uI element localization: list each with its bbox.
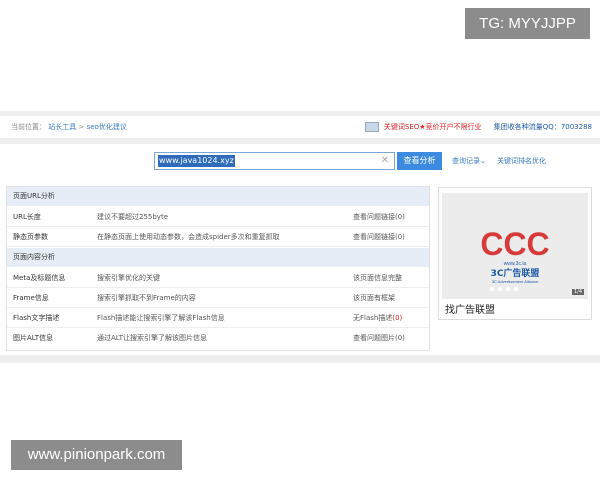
breadcrumb-seo-link[interactable]: seo优化建议 xyxy=(87,123,127,131)
row-result: 该页面信息完整 xyxy=(353,274,402,282)
table-row: URL长度 建议不要超过255byte 查看问题链接(0) xyxy=(7,207,429,227)
keyword-ranking-link[interactable]: 关键词排名优化 xyxy=(497,152,546,170)
promo-link[interactable]: 关键词SEO★竞价开户不限行业 xyxy=(384,123,482,131)
table-row: 图片ALT信息 通过ALT让搜索引擎了解该图片信息 查看问题图片(0) xyxy=(7,328,429,348)
row-advice: 搜索引擎优化的关键 xyxy=(97,274,160,282)
table-row: 静态页参数 在静态页面上使用动态参数，会造成spider多次和重复抓取 查看问题… xyxy=(7,227,429,247)
row-advice: 搜索引擎抓取不到Frame的内容 xyxy=(97,294,196,302)
breadcrumb-tools-link[interactable]: 站长工具 xyxy=(48,123,76,131)
breadcrumb: 当前位置： 站长工具 > seo优化建议 xyxy=(11,116,127,138)
watermark-top: TG: MYYJJPP xyxy=(465,8,590,39)
row-result-link[interactable]: 查看问题图片(0) xyxy=(353,328,405,348)
url-search-value: www.java1024.xyz xyxy=(158,155,235,167)
row-advice: 建议不要超过255byte xyxy=(97,213,168,221)
row-advice: Flash描述能让搜索引擎了解该Flash信息 xyxy=(97,314,225,322)
row-advice: 在静态页面上使用动态参数，会造成spider多次和重复抓取 xyxy=(97,233,280,241)
row-name: 图片ALT信息 xyxy=(13,334,54,342)
url-search-input[interactable]: www.java1024.xyz ✕ xyxy=(154,152,395,170)
ad-logo-mark: CCC xyxy=(480,226,549,262)
breadcrumb-separator: > xyxy=(78,123,85,131)
topbar-divider xyxy=(0,138,600,144)
analyze-button[interactable]: 查看分析 xyxy=(397,152,442,170)
watermark-bottom: www.pinionpark.com xyxy=(11,440,182,470)
analysis-table: 页面URL分析 URL长度 建议不要超过255byte 查看问题链接(0) 静态… xyxy=(6,186,430,351)
top-bar-right: 关键词SEO★竞价开户不限行业 集团收各种流量QQ：7003288 xyxy=(364,116,592,138)
ad-banner[interactable]: CCC www.3c.la 3C广告联盟 3C Advertisement Al… xyxy=(438,187,592,320)
row-result-link[interactable]: 查看问题链接(0) xyxy=(353,227,405,247)
row-advice: 通过ALT让搜索引擎了解该图片信息 xyxy=(97,334,208,342)
table-row: Flash文字描述 Flash描述能让搜索引擎了解该Flash信息 无Flash… xyxy=(7,308,429,328)
qq-contact-link[interactable]: 集团收各种流量QQ：7003288 xyxy=(494,123,592,131)
row-name: Flash文字描述 xyxy=(13,314,60,322)
ad-logo-url: www.3c.la xyxy=(504,261,527,267)
flash-result-count: (0) xyxy=(392,314,403,322)
promo-icon xyxy=(364,122,379,132)
section-header-url: 页面URL分析 xyxy=(7,187,429,206)
row-result: 该页面有框架 xyxy=(353,294,395,302)
row-result: 无Flash描述(0) xyxy=(353,308,402,328)
row-name: Frame信息 xyxy=(13,294,49,302)
ad-caption[interactable]: 找广告联盟 xyxy=(445,301,495,316)
row-name: URL长度 xyxy=(13,213,41,221)
clear-icon[interactable]: ✕ xyxy=(381,155,389,167)
table-row: Frame信息 搜索引擎抓取不到Frame的内容 该页面有框架 xyxy=(7,288,429,308)
section-header-content: 页面内容分析 xyxy=(7,248,429,267)
ad-image[interactable]: CCC www.3c.la 3C广告联盟 3C Advertisement Al… xyxy=(442,193,588,299)
carousel-pager: 1/4 xyxy=(571,289,584,295)
row-result-link[interactable]: 查看问题链接(0) xyxy=(353,207,405,227)
table-row: Meta及标题信息 搜索引擎优化的关键 该页面信息完整 xyxy=(7,268,429,288)
footer-divider xyxy=(0,355,600,363)
top-bar: 当前位置： 站长工具 > seo优化建议 关键词SEO★竞价开户不限行业 集团收… xyxy=(0,116,600,138)
row-name: 静态页参数 xyxy=(13,233,48,241)
carousel-dots[interactable] xyxy=(490,276,522,295)
history-dropdown[interactable]: 查询记录⌄ xyxy=(452,152,486,170)
row-name: Meta及标题信息 xyxy=(13,274,66,282)
flash-result-text: 无Flash描述 xyxy=(353,314,393,322)
breadcrumb-label: 当前位置： xyxy=(11,123,46,131)
